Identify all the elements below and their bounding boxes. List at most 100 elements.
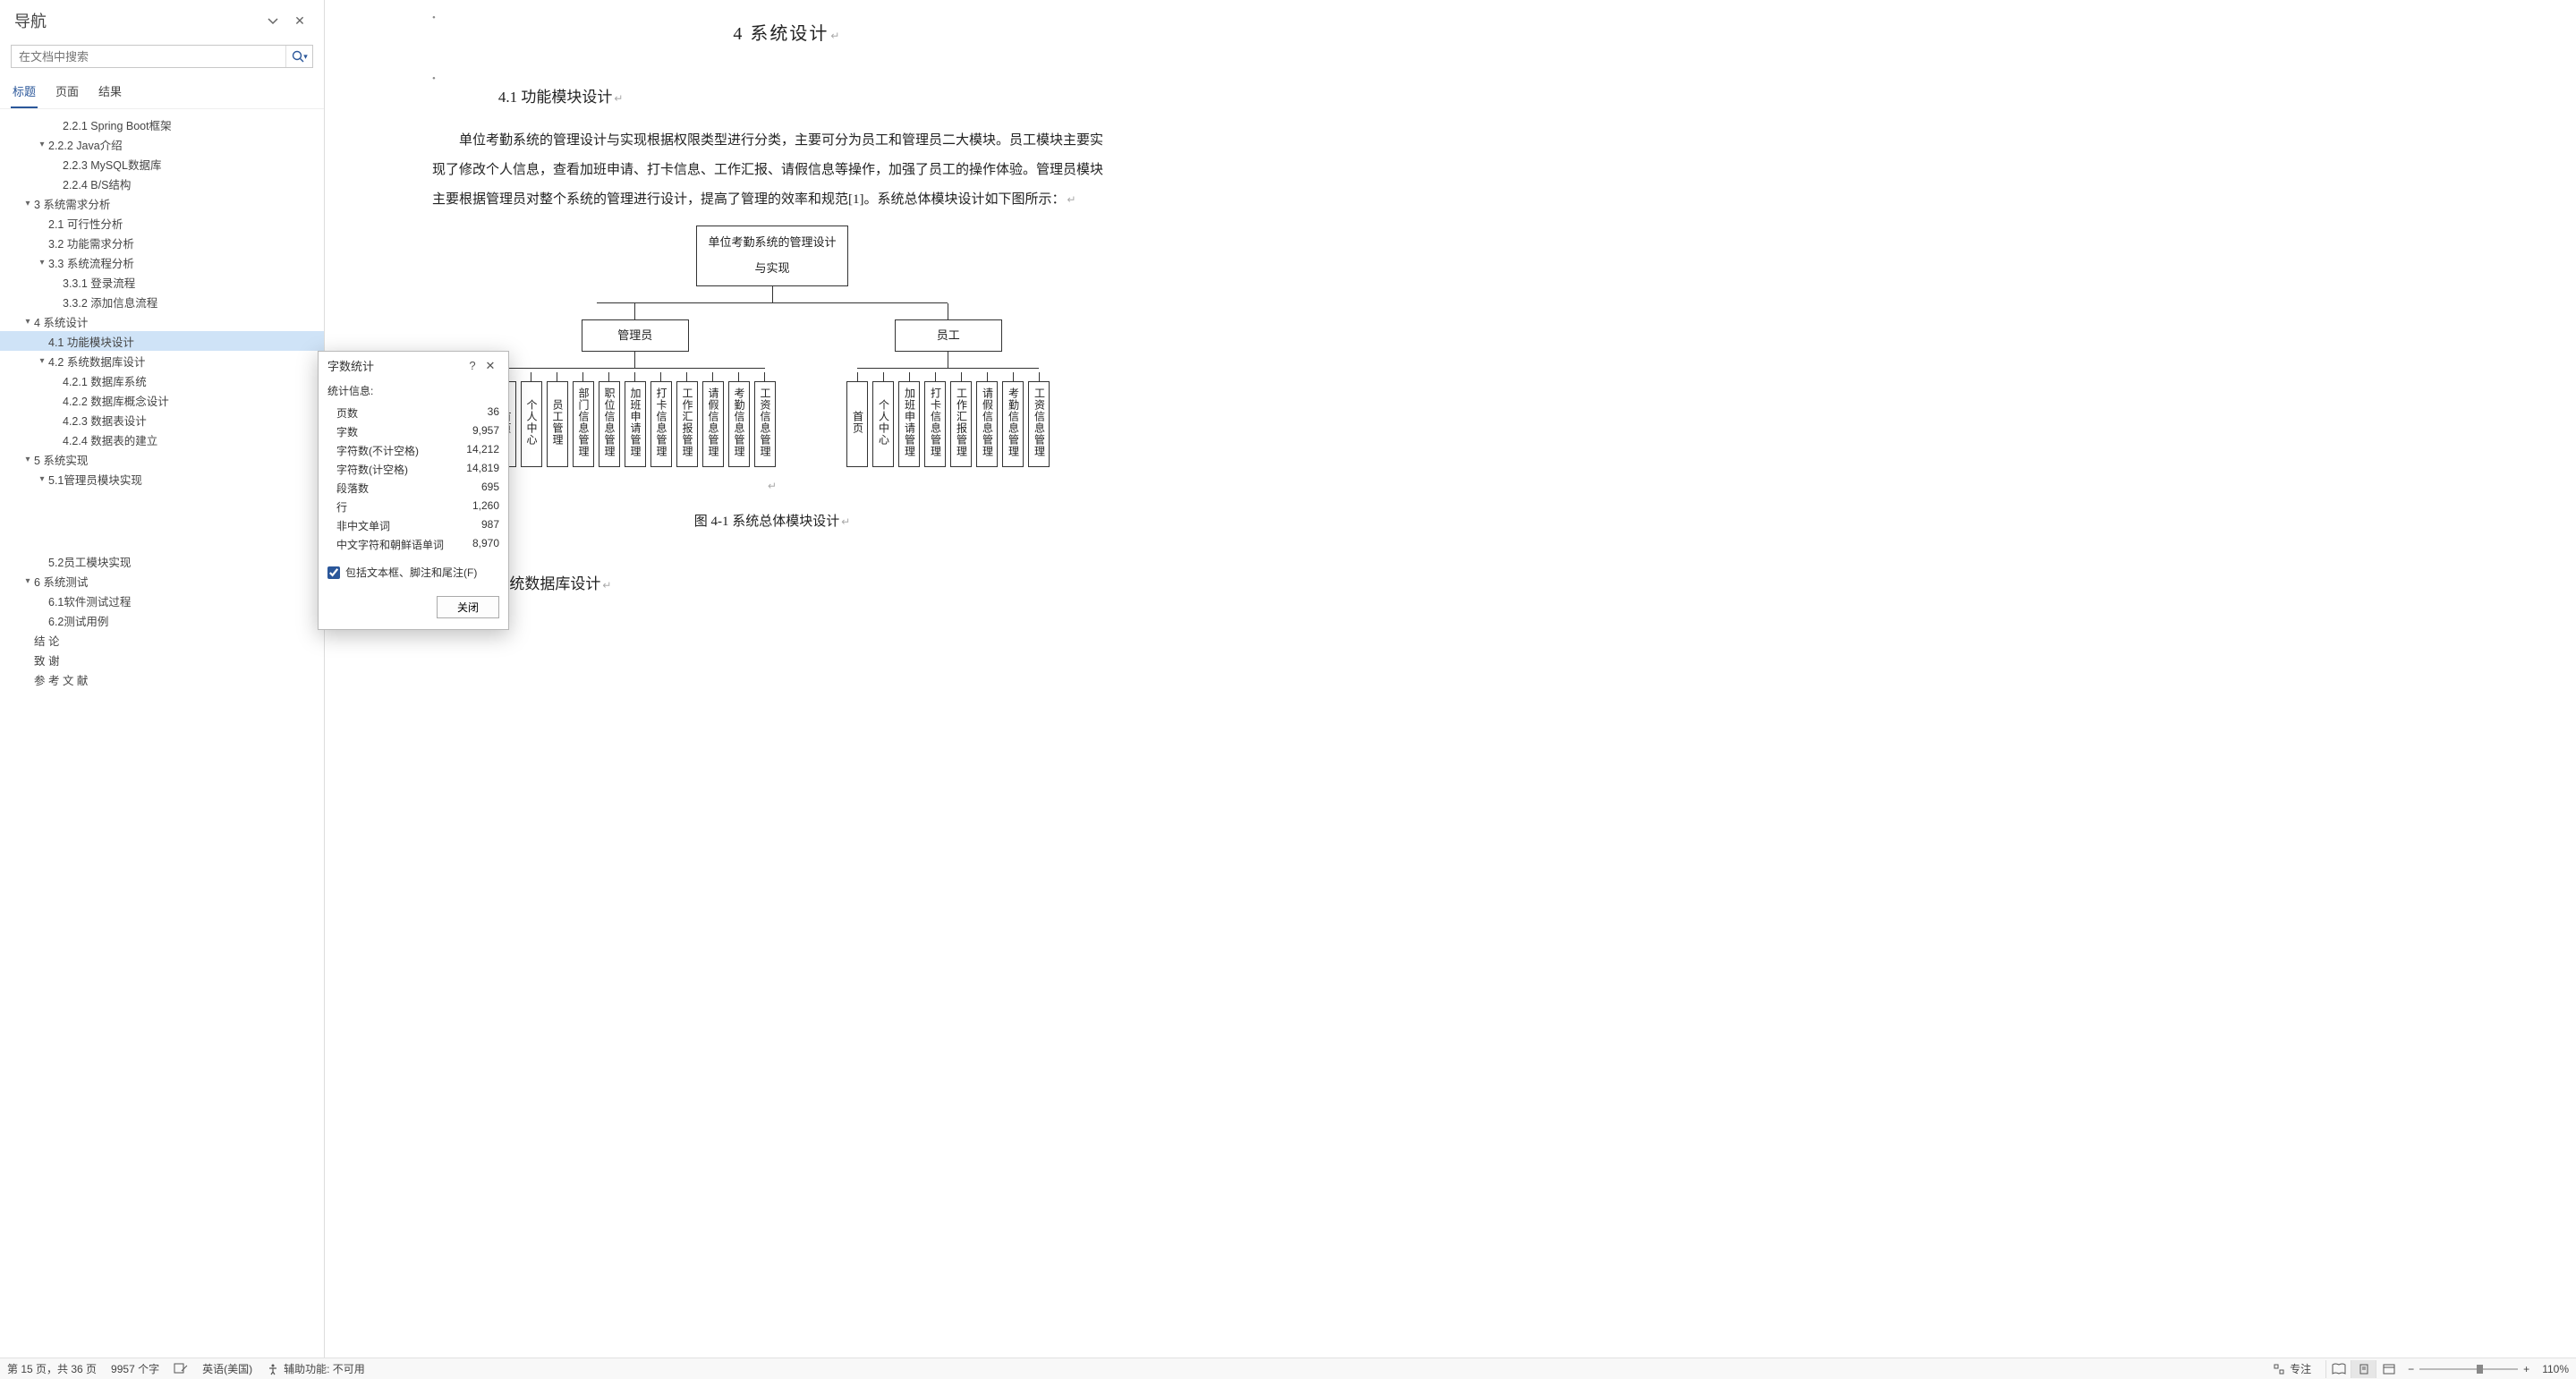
tree-item[interactable]: ▾5.1管理员模块实现 — [0, 469, 324, 489]
tree-item[interactable]: 6.2测试用例 — [0, 610, 324, 630]
return-mark-icon: ↵ — [830, 30, 841, 42]
dialog-close-button[interactable]: ✕ — [481, 359, 499, 373]
heading-2: 4.1 功能模块设计 — [498, 89, 613, 106]
tree-item-label: 3.3.1 登录流程 — [63, 274, 135, 291]
tree-item[interactable]: 4.2.1 数据库系统 — [0, 370, 324, 390]
tree-item[interactable]: 2.2.3 MySQL数据库 — [0, 154, 324, 174]
nav-close-button[interactable]: ✕ — [290, 11, 310, 30]
zoom-percent[interactable]: 110% — [2542, 1363, 2569, 1375]
paragraph-mark-icon: • — [432, 7, 436, 68]
tab-pages[interactable]: 页面 — [54, 75, 81, 108]
tree-item[interactable]: ▾2.2.2 Java介绍 — [0, 134, 324, 154]
tree-caret-icon[interactable]: ▾ — [36, 258, 48, 268]
search-button[interactable]: ▾ — [285, 46, 312, 67]
orgchart-leaf-node: 工作汇报管理 — [950, 381, 972, 467]
tree-item[interactable]: 5.2员工模块实现 — [0, 551, 324, 571]
stat-label: 段落数 — [336, 481, 369, 496]
read-mode-icon[interactable] — [2325, 1360, 2351, 1378]
tree-item[interactable]: 2.2.1 Spring Boot框架 — [0, 115, 324, 134]
include-textboxes-checkbox[interactable]: 包括文本框、脚注和尾注(F) — [319, 554, 508, 589]
stat-row: 字符数(不计空格)14,212 — [327, 441, 499, 460]
org-chart-figure: 单位考勤系统的管理设计与实现 管理员首页个人中心员工管理部门信息管理职位信息管理… — [459, 226, 1085, 467]
tree-item[interactable]: 结 论 — [0, 630, 324, 650]
tree-item-label: 3.2 功能需求分析 — [48, 234, 134, 251]
tree-caret-icon[interactable]: ▾ — [36, 140, 48, 149]
tree-item[interactable]: 2.2.4 B/S结构 — [0, 174, 324, 193]
orgchart-leaf-node: 打卡信息管理 — [924, 381, 946, 467]
tree-item-label: 4.2.2 数据库概念设计 — [63, 392, 169, 409]
tree-caret-icon[interactable]: ▾ — [36, 474, 48, 484]
tree-caret-icon[interactable]: ▾ — [21, 317, 34, 327]
status-spellcheck-icon[interactable] — [174, 1363, 188, 1375]
orgchart-leaf-node: 首页 — [846, 381, 868, 467]
tree-item-label: 4.2.4 数据表的建立 — [63, 431, 157, 448]
nav-search-box: ▾ — [11, 45, 313, 68]
stat-label: 字符数(不计空格) — [336, 443, 419, 458]
tab-results[interactable]: 结果 — [97, 75, 123, 108]
status-bar: 第 15 页，共 36 页 9957 个字 英语(美国) 辅助功能: 不可用 专… — [0, 1358, 2576, 1379]
tree-item[interactable]: 4.2.3 数据表设计 — [0, 410, 324, 430]
tree-caret-icon[interactable]: ▾ — [21, 199, 34, 209]
tree-item[interactable]: 3.3.1 登录流程 — [0, 272, 324, 292]
tree-item[interactable]: 4.1 功能模块设计 — [0, 331, 324, 351]
tree-item[interactable]: 6.1软件测试过程 — [0, 591, 324, 610]
orgchart-leaf-node: 请假信息管理 — [702, 381, 724, 467]
focus-mode-button[interactable]: 专注 — [2273, 1361, 2311, 1376]
stat-row: 段落数695 — [327, 479, 499, 498]
orgchart-leaf-node: 考勤信息管理 — [1002, 381, 1024, 467]
status-page[interactable]: 第 15 页，共 36 页 — [7, 1361, 97, 1376]
tree-item-label: 参 考 文 献 — [34, 671, 88, 688]
orgchart-leaf-node: 工资信息管理 — [754, 381, 776, 467]
tree-item[interactable]: ▾4 系统设计 — [0, 311, 324, 331]
tree-item[interactable]: 4.2.2 数据库概念设计 — [0, 390, 324, 410]
tree-item[interactable]: 2.1 可行性分析 — [0, 213, 324, 233]
tree-item[interactable]: 3.3.2 添加信息流程 — [0, 292, 324, 311]
web-layout-icon[interactable] — [2376, 1360, 2401, 1378]
zoom-slider[interactable] — [2419, 1368, 2518, 1370]
status-accessibility[interactable]: 辅助功能: 不可用 — [267, 1361, 365, 1376]
dialog-help-button[interactable]: ? — [463, 359, 481, 372]
return-mark-icon: ↵ — [1067, 193, 1076, 206]
tree-item-label: 6.2测试用例 — [48, 612, 108, 629]
zoom-out-button[interactable]: − — [2408, 1363, 2414, 1375]
tree-item[interactable]: 3.2 功能需求分析 — [0, 233, 324, 252]
dialog-title: 字数统计 — [327, 357, 463, 374]
heading-1: 4 系统设计 — [733, 24, 829, 44]
print-layout-icon[interactable] — [2351, 1360, 2376, 1378]
tab-headings[interactable]: 标题 — [11, 75, 38, 108]
tree-item-label: 4.2 系统数据库设计 — [48, 353, 145, 370]
checkbox-input[interactable] — [327, 566, 340, 579]
dialog-subtitle: 统计信息: — [319, 379, 508, 404]
dialog-close-action-button[interactable]: 关闭 — [437, 596, 499, 618]
document-canvas[interactable]: • 4 系统设计↵ • 4.1 功能模块设计↵ 单位考勤系统的管理设计与实现根据… — [325, 0, 2576, 1358]
tree-item[interactable]: ▾5 系统实现 — [0, 449, 324, 469]
stat-value: 14,819 — [466, 462, 499, 477]
orgchart-leaf-node: 个人中心 — [521, 381, 542, 467]
tree-item-label: 2.1 可行性分析 — [48, 215, 123, 232]
tree-item[interactable]: 致 谢 — [0, 650, 324, 669]
tree-caret-icon[interactable]: ▾ — [21, 455, 34, 464]
tree-item[interactable]: ▾6 系统测试 — [0, 571, 324, 591]
orgchart-leaf-node: 工资信息管理 — [1028, 381, 1050, 467]
nav-options-button[interactable] — [263, 11, 283, 30]
tree-item-label: 3.3 系统流程分析 — [48, 254, 134, 271]
stat-label: 非中文单词 — [336, 518, 390, 533]
tree-item[interactable]: 4.2.4 数据表的建立 — [0, 430, 324, 449]
tree-item[interactable]: ▾4.2 系统数据库设计 — [0, 351, 324, 370]
stat-label: 行 — [336, 499, 347, 515]
search-input[interactable] — [12, 50, 285, 64]
stat-row: 页数36 — [327, 404, 499, 422]
status-language[interactable]: 英语(美国) — [202, 1361, 252, 1376]
tree-caret-icon[interactable]: ▾ — [21, 576, 34, 586]
zoom-in-button[interactable]: + — [2523, 1363, 2529, 1375]
nav-title: 导航 — [14, 9, 256, 32]
return-mark-icon: ↵ — [614, 92, 623, 105]
tree-item[interactable]: ▾3.3 系统流程分析 — [0, 252, 324, 272]
tree-item-label: 5 系统实现 — [34, 451, 88, 468]
tree-item-label: 4.2.3 数据表设计 — [63, 412, 147, 429]
stat-label: 中文字符和朝鲜语单词 — [336, 537, 444, 552]
tree-item[interactable]: ▾3 系统需求分析 — [0, 193, 324, 213]
status-word-count[interactable]: 9957 个字 — [111, 1361, 159, 1376]
tree-caret-icon[interactable]: ▾ — [36, 356, 48, 366]
tree-item[interactable]: 参 考 文 献 — [0, 669, 324, 689]
